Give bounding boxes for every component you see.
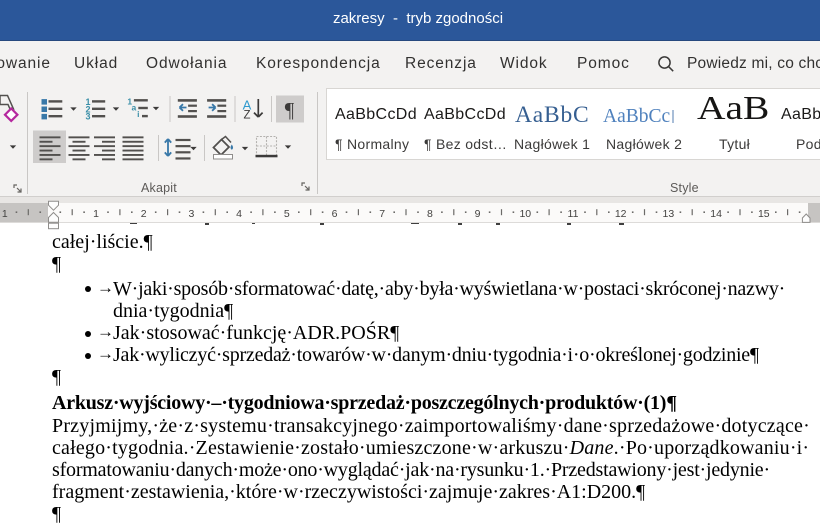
svg-text:5: 5 <box>284 208 290 220</box>
svg-text:7: 7 <box>379 208 385 220</box>
svg-text:2: 2 <box>141 208 147 220</box>
svg-text:6: 6 <box>332 208 338 220</box>
svg-text:4: 4 <box>236 208 242 220</box>
svg-text:1: 1 <box>93 208 99 220</box>
svg-text:9: 9 <box>475 208 481 220</box>
svg-text:12: 12 <box>615 208 627 220</box>
svg-text:3: 3 <box>188 208 194 220</box>
svg-text:15: 15 <box>758 208 770 220</box>
svg-text:14: 14 <box>710 208 722 220</box>
svg-text:11: 11 <box>568 208 579 220</box>
svg-text:10: 10 <box>519 208 531 220</box>
svg-text:13: 13 <box>663 208 675 220</box>
svg-text:1: 1 <box>2 208 8 220</box>
svg-text:8: 8 <box>427 208 433 220</box>
